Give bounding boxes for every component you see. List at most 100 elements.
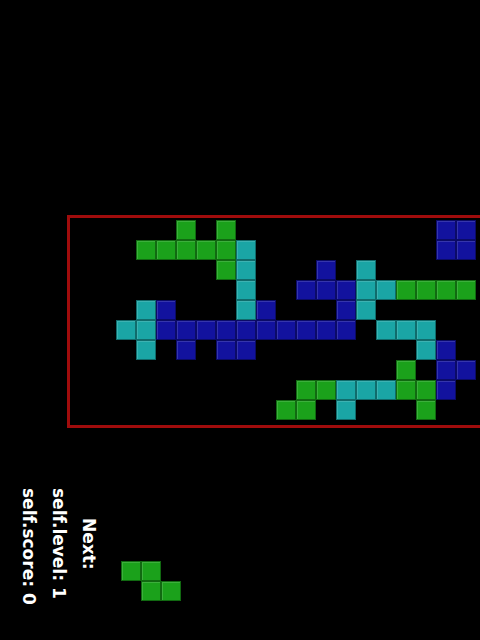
cell xyxy=(196,300,216,320)
cell xyxy=(296,300,316,320)
cell xyxy=(236,280,256,300)
cell xyxy=(296,280,316,300)
cell xyxy=(396,260,416,280)
cell xyxy=(316,300,336,320)
cell xyxy=(396,340,416,360)
cell xyxy=(436,220,456,240)
cell xyxy=(316,280,336,300)
cell xyxy=(116,220,136,240)
cell xyxy=(256,360,276,380)
cell xyxy=(156,320,176,340)
game-board xyxy=(67,215,480,428)
cell xyxy=(416,240,436,260)
cell xyxy=(196,380,216,400)
cell xyxy=(376,320,396,340)
cell xyxy=(216,260,236,280)
cell xyxy=(456,220,476,240)
cell xyxy=(396,220,416,240)
cell xyxy=(216,240,236,260)
cell xyxy=(456,320,476,340)
cell xyxy=(136,240,156,260)
cell xyxy=(96,360,116,380)
cell xyxy=(276,240,296,260)
cell xyxy=(356,380,376,400)
cell xyxy=(276,220,296,240)
cell xyxy=(161,581,181,601)
cell-grid xyxy=(76,220,480,420)
cell xyxy=(96,320,116,340)
cell xyxy=(436,320,456,340)
cell xyxy=(316,360,336,380)
cell xyxy=(76,320,96,340)
cell xyxy=(456,260,476,280)
cell xyxy=(316,340,336,360)
cell xyxy=(276,360,296,380)
cell xyxy=(436,300,456,320)
cell xyxy=(436,260,456,280)
cell xyxy=(296,340,316,360)
cell xyxy=(96,300,116,320)
cell xyxy=(296,220,316,240)
cell xyxy=(76,220,96,240)
cell xyxy=(276,380,296,400)
cell xyxy=(276,320,296,340)
cell xyxy=(136,300,156,320)
cell xyxy=(376,380,396,400)
cell xyxy=(236,360,256,380)
cell xyxy=(96,400,116,420)
cell xyxy=(96,220,116,240)
cell xyxy=(336,300,356,320)
cell xyxy=(456,300,476,320)
cell xyxy=(396,240,416,260)
cell xyxy=(316,240,336,260)
cell xyxy=(276,400,296,420)
cell xyxy=(436,380,456,400)
cell xyxy=(356,240,376,260)
cell xyxy=(276,280,296,300)
cell xyxy=(116,320,136,340)
cell xyxy=(216,300,236,320)
cell xyxy=(396,300,416,320)
cell xyxy=(436,400,456,420)
cell xyxy=(456,280,476,300)
cell xyxy=(416,400,436,420)
cell xyxy=(276,340,296,360)
cell xyxy=(176,300,196,320)
cell xyxy=(256,320,276,340)
cell xyxy=(336,320,356,340)
cell xyxy=(161,561,181,581)
cell xyxy=(336,340,356,360)
cell xyxy=(96,280,116,300)
cell xyxy=(156,220,176,240)
cell xyxy=(376,280,396,300)
cell xyxy=(416,360,436,380)
cell xyxy=(176,360,196,380)
cell xyxy=(96,340,116,360)
cell xyxy=(456,240,476,260)
level-label: self.level: 1 xyxy=(49,488,69,599)
cell xyxy=(76,380,96,400)
cell xyxy=(136,260,156,280)
cell xyxy=(136,340,156,360)
cell xyxy=(416,320,436,340)
cell xyxy=(336,260,356,280)
cell xyxy=(116,380,136,400)
cell xyxy=(296,400,316,420)
cell xyxy=(141,561,161,581)
cell xyxy=(316,380,336,400)
cell xyxy=(356,260,376,280)
cell xyxy=(396,280,416,300)
cell xyxy=(176,340,196,360)
cell xyxy=(376,220,396,240)
cell xyxy=(216,360,236,380)
cell xyxy=(196,320,216,340)
cell xyxy=(216,340,236,360)
next-label: Next: xyxy=(79,518,99,570)
cell xyxy=(236,300,256,320)
cell xyxy=(316,400,336,420)
cell xyxy=(336,240,356,260)
cell xyxy=(116,400,136,420)
cell xyxy=(256,220,276,240)
cell xyxy=(176,400,196,420)
cell xyxy=(176,320,196,340)
